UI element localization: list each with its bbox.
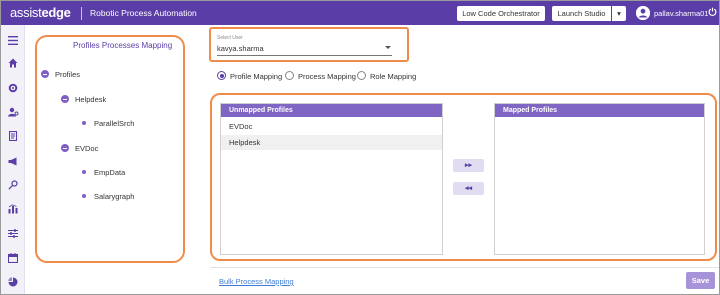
- radio-process-mapping[interactable]: [285, 71, 294, 80]
- megaphone-icon[interactable]: [7, 155, 19, 167]
- radio-label-profile-mapping[interactable]: Profile Mapping: [230, 72, 282, 81]
- tree-node-evdoc[interactable]: EVDoc: [75, 144, 98, 153]
- list-item[interactable]: EVDoc: [221, 119, 442, 134]
- radio-role-mapping[interactable]: [357, 71, 366, 80]
- header-divider: [81, 7, 82, 20]
- mapped-profiles-list: Mapped Profiles: [494, 103, 705, 255]
- list-item[interactable]: Helpdesk: [221, 135, 442, 150]
- bullet-icon: [82, 194, 86, 198]
- radio-label-role-mapping[interactable]: Role Mapping: [370, 72, 416, 81]
- user-avatar-icon[interactable]: [636, 6, 650, 20]
- tree-node-empdata[interactable]: EmpData: [94, 168, 125, 177]
- unmapped-profiles-list: Unmapped Profiles EVDoc Helpdesk: [220, 103, 443, 255]
- move-right-button[interactable]: ▸▸: [453, 159, 484, 172]
- footer-divider: [210, 267, 719, 268]
- move-left-button[interactable]: ◂◂: [453, 182, 484, 195]
- home-icon[interactable]: [7, 57, 19, 69]
- top-bar: assistedge Robotic Process Automation Lo…: [1, 1, 719, 25]
- menu-icon[interactable]: [7, 34, 19, 46]
- tree-title: Profiles Processes Mapping: [73, 41, 173, 50]
- bulk-process-mapping-link[interactable]: Bulk Process Mapping: [219, 277, 294, 286]
- select-user-dropdown[interactable]: kavya.sharma: [217, 44, 264, 53]
- sidebar: [1, 25, 25, 294]
- users-icon[interactable]: [7, 106, 19, 118]
- tree-node-profiles[interactable]: Profiles: [55, 70, 80, 79]
- radio-label-process-mapping[interactable]: Process Mapping: [298, 72, 356, 81]
- bullet-icon: [82, 121, 86, 125]
- select-user-label: Select User: [217, 35, 243, 41]
- collapse-icon[interactable]: [61, 144, 69, 152]
- app-title: Robotic Process Automation: [90, 8, 197, 18]
- unmapped-profiles-header: Unmapped Profiles: [221, 104, 442, 117]
- tree-node-helpdesk[interactable]: Helpdesk: [75, 95, 106, 104]
- sliders-icon[interactable]: [7, 227, 19, 239]
- collapse-icon[interactable]: [61, 95, 69, 103]
- tree-node-parallelsrch[interactable]: ParallelSrch: [94, 119, 134, 128]
- assistedge-logo: assistedge: [10, 5, 71, 20]
- pie-chart-icon[interactable]: [7, 276, 19, 288]
- chevron-down-icon[interactable]: [385, 46, 391, 49]
- bullet-icon: [82, 170, 86, 174]
- power-icon[interactable]: [708, 7, 717, 18]
- calendar-icon[interactable]: [7, 252, 19, 264]
- key-icon[interactable]: [7, 179, 19, 191]
- analytics-icon[interactable]: [7, 203, 19, 215]
- username-label: pallav.sharma01: [654, 9, 709, 18]
- select-underline: [217, 55, 392, 56]
- tree-node-salarygraph[interactable]: Salarygraph: [94, 192, 134, 201]
- document-icon[interactable]: [7, 130, 19, 142]
- settings-icon[interactable]: [7, 82, 19, 94]
- mapped-profiles-header: Mapped Profiles: [495, 104, 704, 117]
- collapse-icon[interactable]: [41, 70, 49, 78]
- low-code-orchestrator-button[interactable]: Low Code Orchestrator: [457, 6, 545, 21]
- launch-studio-dropdown-button[interactable]: ▾: [612, 6, 626, 21]
- radio-profile-mapping[interactable]: [217, 71, 226, 80]
- launch-studio-button[interactable]: Launch Studio: [552, 6, 611, 21]
- save-button[interactable]: Save: [686, 272, 715, 289]
